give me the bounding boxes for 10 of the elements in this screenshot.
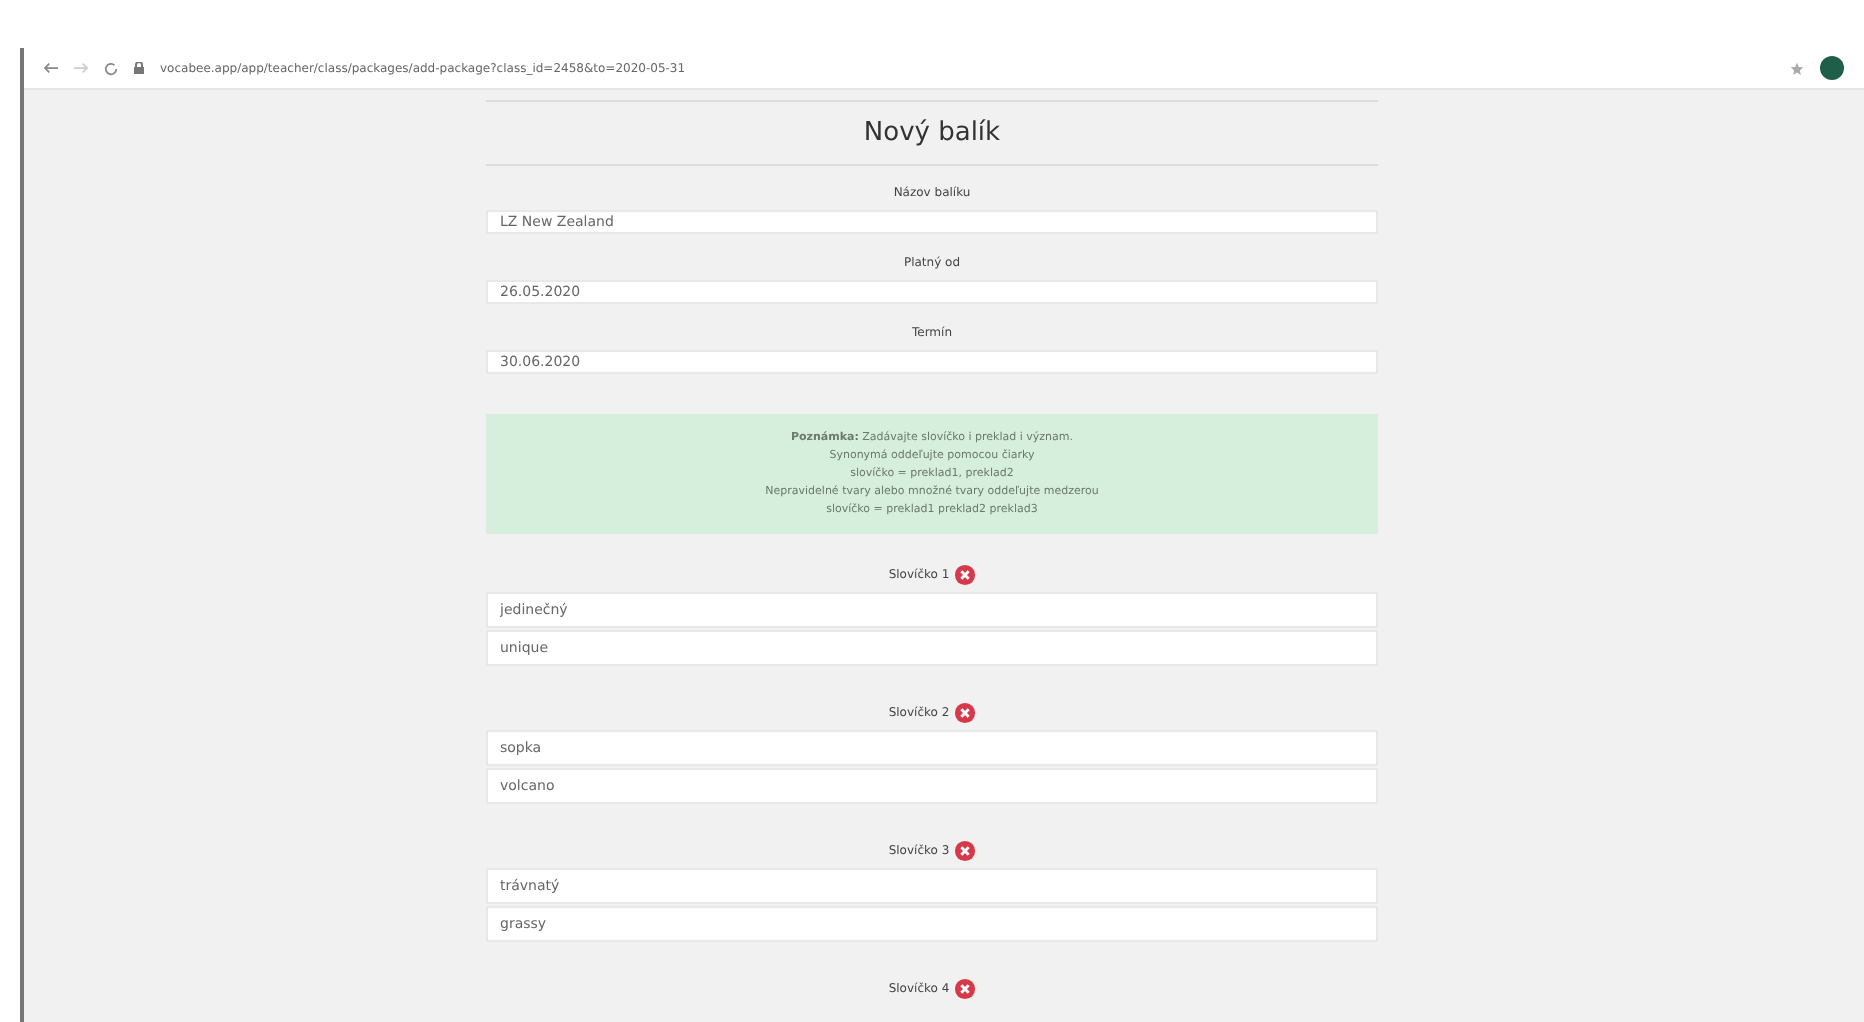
delete-icon[interactable] bbox=[953, 978, 976, 1000]
lock-icon bbox=[134, 62, 144, 74]
back-icon[interactable] bbox=[44, 62, 58, 74]
profile-avatar[interactable] bbox=[1820, 56, 1844, 80]
delete-icon[interactable] bbox=[953, 840, 976, 862]
delete-icon[interactable] bbox=[953, 702, 976, 724]
reload-icon[interactable] bbox=[104, 61, 118, 75]
delete-icon[interactable] bbox=[953, 564, 976, 586]
page-title: Nový balík bbox=[486, 100, 1378, 166]
star-icon[interactable] bbox=[1790, 61, 1804, 75]
